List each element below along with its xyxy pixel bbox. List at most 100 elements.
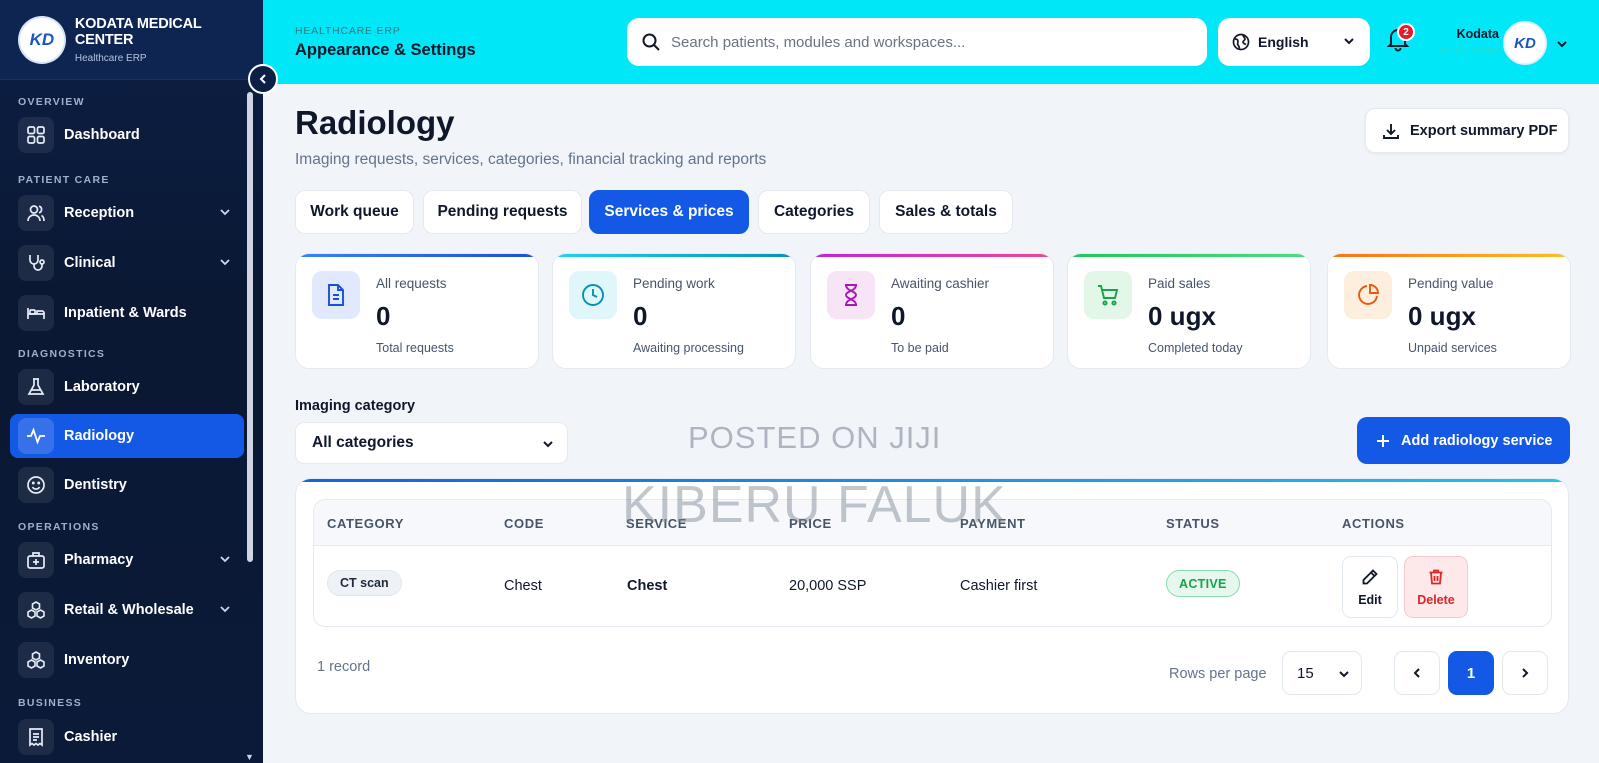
- stat-card-paid-sales: Paid sales 0 ugx Completed today: [1067, 253, 1311, 369]
- column-header: CODE: [504, 516, 544, 531]
- smile-icon: [18, 467, 54, 503]
- avatar[interactable]: KD: [1503, 21, 1547, 65]
- brand-name: KODATA MEDICAL CENTER: [74, 15, 202, 48]
- hourglass-icon: [827, 271, 875, 319]
- chevron-down-icon[interactable]: [1555, 37, 1569, 51]
- sidebar-item-clinical[interactable]: Clinical: [10, 241, 244, 285]
- next-page-button[interactable]: [1502, 651, 1548, 695]
- chevron-down-icon: [220, 606, 230, 613]
- page-number-button[interactable]: 1: [1448, 651, 1494, 695]
- trash-icon: [1429, 569, 1443, 584]
- boxes-icon: [18, 642, 54, 678]
- stat-card-pending-value: Pending value 0 ugx Unpaid services: [1327, 253, 1571, 369]
- sidebar-item-pharmacy[interactable]: Pharmacy: [10, 538, 244, 582]
- column-header: CATEGORY: [327, 516, 405, 531]
- status-badge: ACTIVE: [1166, 570, 1240, 597]
- chevron-down-icon: [220, 259, 230, 266]
- panel-accent-bar: [296, 479, 1568, 482]
- grid-icon: [18, 117, 54, 153]
- section-label-business: BUSINESS: [18, 697, 83, 709]
- sidebar-item-inventory[interactable]: Inventory: [10, 638, 244, 682]
- stat-value: 0 ugx: [1408, 301, 1476, 331]
- pulse-icon: [18, 418, 54, 454]
- clock-icon: [569, 271, 617, 319]
- services-table-panel: CATEGORY CODE SERVICE PRICE PAYMENT STAT…: [295, 478, 1569, 714]
- sidebar-item-radiology[interactable]: Radiology: [10, 414, 244, 458]
- chevron-down-icon: [220, 556, 230, 563]
- stat-accent-bar: [296, 254, 538, 257]
- section-label-patient-care: PATIENT CARE: [18, 174, 110, 186]
- sidebar-item-label: Cashier: [64, 729, 118, 745]
- rows-per-page-value: 15: [1297, 664, 1314, 682]
- page-subtitle: Imaging requests, services, categories, …: [295, 151, 767, 168]
- stat-value: 0 ugx: [1148, 301, 1216, 331]
- stat-accent-bar: [811, 254, 1053, 257]
- sidebar-item-label: Pharmacy: [64, 552, 134, 568]
- column-header: PRICE: [789, 516, 832, 531]
- tab-services-prices[interactable]: Services & prices: [589, 190, 749, 234]
- export-summary-pdf-button[interactable]: Export summary PDF: [1365, 108, 1569, 153]
- scroll-down-arrow-icon[interactable]: ▼: [245, 752, 254, 762]
- stat-label: Awaiting cashier: [891, 276, 990, 291]
- sidebar-item-label: Dashboard: [64, 127, 140, 143]
- edit-button[interactable]: Edit: [1342, 556, 1398, 618]
- search-icon: [642, 33, 660, 51]
- stat-note: Unpaid services: [1408, 341, 1497, 355]
- imaging-category-select[interactable]: All categories: [295, 422, 568, 464]
- add-radiology-service-button[interactable]: Add radiology service: [1357, 417, 1570, 464]
- chevron-down-icon: [1339, 671, 1349, 678]
- brand: KD KODATA MEDICAL CENTER Healthcare ERP: [0, 0, 263, 80]
- delete-label: Delete: [1417, 592, 1455, 607]
- stat-label: Pending work: [633, 276, 715, 291]
- sidebar-item-inpatient-wards[interactable]: Inpatient & Wards: [10, 291, 244, 335]
- delete-button[interactable]: Delete: [1404, 556, 1468, 618]
- search-bar[interactable]: [627, 18, 1207, 66]
- stat-value: 0: [633, 301, 648, 331]
- sidebar-item-dentistry[interactable]: Dentistry: [10, 463, 244, 507]
- sidebar-item-retail-wholesale[interactable]: Retail & Wholesale: [10, 588, 244, 632]
- tab-pending-requests[interactable]: Pending requests: [423, 190, 582, 234]
- previous-page-button[interactable]: [1394, 651, 1440, 695]
- sidebar-item-laboratory[interactable]: Laboratory: [10, 365, 244, 409]
- stat-label: All requests: [376, 276, 447, 291]
- code-cell: Chest: [504, 578, 542, 594]
- tab-categories[interactable]: Categories: [758, 190, 870, 234]
- sidebar-item-label: Reception: [64, 205, 135, 221]
- chevron-left-icon: [1413, 668, 1420, 678]
- sidebar-item-label: Retail & Wholesale: [64, 602, 194, 618]
- column-header: ACTIONS: [1342, 516, 1405, 531]
- watermark-text: POSTED ON JIJI: [688, 420, 942, 455]
- sidebar-scrollbar[interactable]: [247, 92, 253, 562]
- sidebar-collapse-button[interactable]: [248, 64, 278, 94]
- top-header: HEALTHCARE ERP Appearance & Settings Eng…: [263, 0, 1599, 84]
- language-select[interactable]: English: [1218, 18, 1370, 66]
- sidebar-item-label: Inpatient & Wards: [64, 305, 187, 321]
- tab-work-queue[interactable]: Work queue: [295, 190, 414, 234]
- document-icon: [312, 271, 360, 319]
- imaging-category-label: Imaging category: [295, 398, 416, 414]
- brand-subtitle: Healthcare ERP: [74, 52, 147, 64]
- user-role: Administrator: [1440, 46, 1499, 57]
- page-title: Radiology: [295, 104, 455, 141]
- stat-card-awaiting-cashier: Awaiting cashier 0 To be paid: [810, 253, 1054, 369]
- sidebar-item-cashier[interactable]: Cashier: [10, 715, 244, 759]
- plus-icon: [1377, 434, 1389, 447]
- sidebar-item-dashboard[interactable]: Dashboard: [10, 113, 244, 157]
- chevron-right-icon: [1522, 668, 1529, 678]
- section-label-overview: OVERVIEW: [18, 96, 85, 108]
- rows-per-page-label: Rows per page: [1169, 666, 1267, 682]
- search-input[interactable]: [671, 33, 1171, 51]
- service-cell: Chest: [627, 578, 668, 594]
- notification-count-badge: 2: [1397, 23, 1415, 41]
- sidebar-item-reception[interactable]: Reception: [10, 191, 244, 235]
- chevron-left-icon: [259, 74, 266, 84]
- bed-icon: [18, 295, 54, 331]
- column-header: SERVICE: [626, 516, 688, 531]
- rows-per-page-select[interactable]: 15: [1282, 651, 1362, 695]
- export-label: Export summary PDF: [1410, 122, 1558, 139]
- services-table: CATEGORY CODE SERVICE PRICE PAYMENT STAT…: [313, 499, 1552, 627]
- tab-sales-totals[interactable]: Sales & totals: [879, 190, 1013, 234]
- sidebar-item-label: Clinical: [64, 255, 116, 271]
- record-count: 1 record: [317, 659, 371, 675]
- column-header: STATUS: [1166, 516, 1220, 531]
